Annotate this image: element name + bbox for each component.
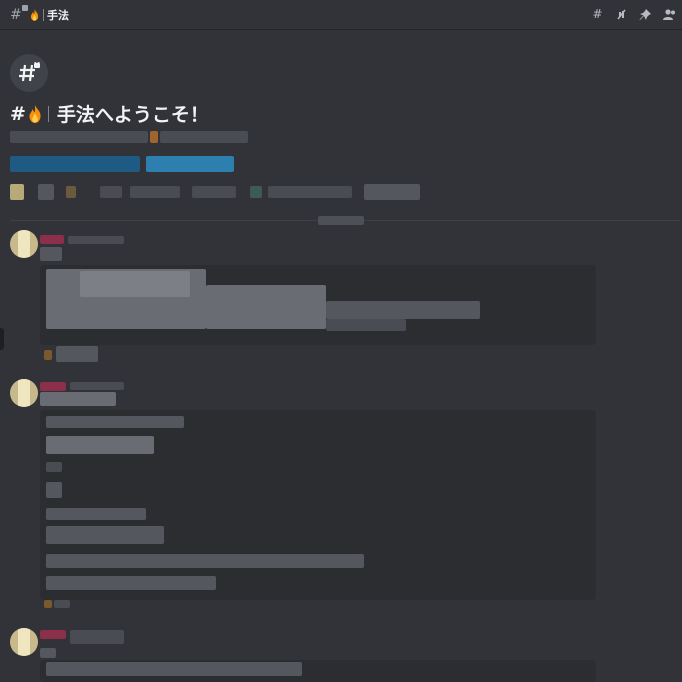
hash-lock-icon bbox=[19, 62, 40, 82]
blurred-embed-text bbox=[46, 576, 216, 590]
welcome-heading: # 手法へようこそ！ bbox=[10, 100, 209, 127]
members-icon[interactable] bbox=[663, 8, 676, 21]
blurred-link[interactable] bbox=[10, 156, 140, 172]
blurred-embed-text bbox=[206, 285, 326, 329]
blurred-embed-text bbox=[46, 436, 154, 454]
reaction-count[interactable] bbox=[56, 346, 98, 362]
welcome-text: 手法へようこそ！ bbox=[56, 104, 209, 126]
blurred-embed-text bbox=[326, 301, 480, 319]
title-separator bbox=[43, 8, 44, 21]
reaction-emoji[interactable] bbox=[44, 350, 52, 360]
avatar[interactable] bbox=[10, 379, 38, 407]
fire-emoji-icon bbox=[30, 8, 39, 21]
blurred-description-line bbox=[10, 131, 148, 143]
blurred-description-line bbox=[160, 131, 248, 143]
avatar[interactable] bbox=[10, 628, 38, 656]
blurred-tag bbox=[130, 186, 180, 198]
title-separator bbox=[47, 105, 49, 122]
username[interactable] bbox=[40, 235, 64, 244]
reaction-emoji[interactable] bbox=[44, 600, 52, 608]
blurred-tag bbox=[268, 186, 352, 198]
blurred-embed-text bbox=[80, 271, 190, 297]
blurred-embed-text bbox=[46, 554, 364, 568]
blurred-embed-text bbox=[46, 416, 184, 428]
blurred-tag bbox=[66, 186, 76, 198]
blurred-tag bbox=[250, 186, 262, 198]
username[interactable] bbox=[40, 630, 66, 639]
blurred-embed-text bbox=[46, 508, 146, 520]
fire-emoji-icon bbox=[29, 104, 41, 123]
blurred-message-line bbox=[40, 648, 56, 658]
channel-welcome-icon bbox=[10, 54, 48, 92]
blurred-message-line bbox=[40, 392, 116, 406]
blurred-embed-text bbox=[46, 662, 302, 676]
mute-icon[interactable] bbox=[615, 8, 628, 21]
message-embed bbox=[40, 660, 596, 682]
blurred-embed-text bbox=[46, 482, 62, 498]
welcome-hash: # bbox=[10, 102, 26, 125]
date-divider-label bbox=[318, 216, 364, 225]
message-embed bbox=[40, 265, 596, 345]
channel-header: # 手法 # bbox=[0, 0, 682, 30]
blurred-embed-text bbox=[46, 526, 164, 544]
blurred-tag bbox=[364, 184, 420, 200]
channel-title: 手法 bbox=[47, 8, 69, 22]
blurred-message-line bbox=[40, 247, 62, 261]
timestamp bbox=[70, 382, 124, 390]
blurred-embed-text bbox=[326, 319, 406, 331]
username[interactable] bbox=[40, 382, 66, 391]
timestamp bbox=[70, 630, 124, 644]
header-toolbar: # bbox=[591, 8, 676, 21]
timestamp bbox=[68, 236, 124, 244]
blurred-tag bbox=[10, 184, 24, 200]
blurred-tag bbox=[192, 186, 236, 198]
new-messages-tab[interactable] bbox=[0, 328, 4, 350]
blurred-description-emoji bbox=[150, 131, 158, 143]
message-embed bbox=[40, 410, 596, 600]
blurred-tag bbox=[38, 184, 54, 200]
reaction-count[interactable] bbox=[54, 600, 70, 608]
blurred-embed-text bbox=[46, 462, 62, 472]
channel-hash-lock-icon: # bbox=[10, 4, 28, 22]
threads-icon[interactable]: # bbox=[591, 8, 604, 21]
pin-icon[interactable] bbox=[639, 8, 652, 21]
blurred-link[interactable] bbox=[146, 156, 234, 172]
blurred-tag bbox=[100, 186, 122, 198]
avatar[interactable] bbox=[10, 230, 38, 258]
